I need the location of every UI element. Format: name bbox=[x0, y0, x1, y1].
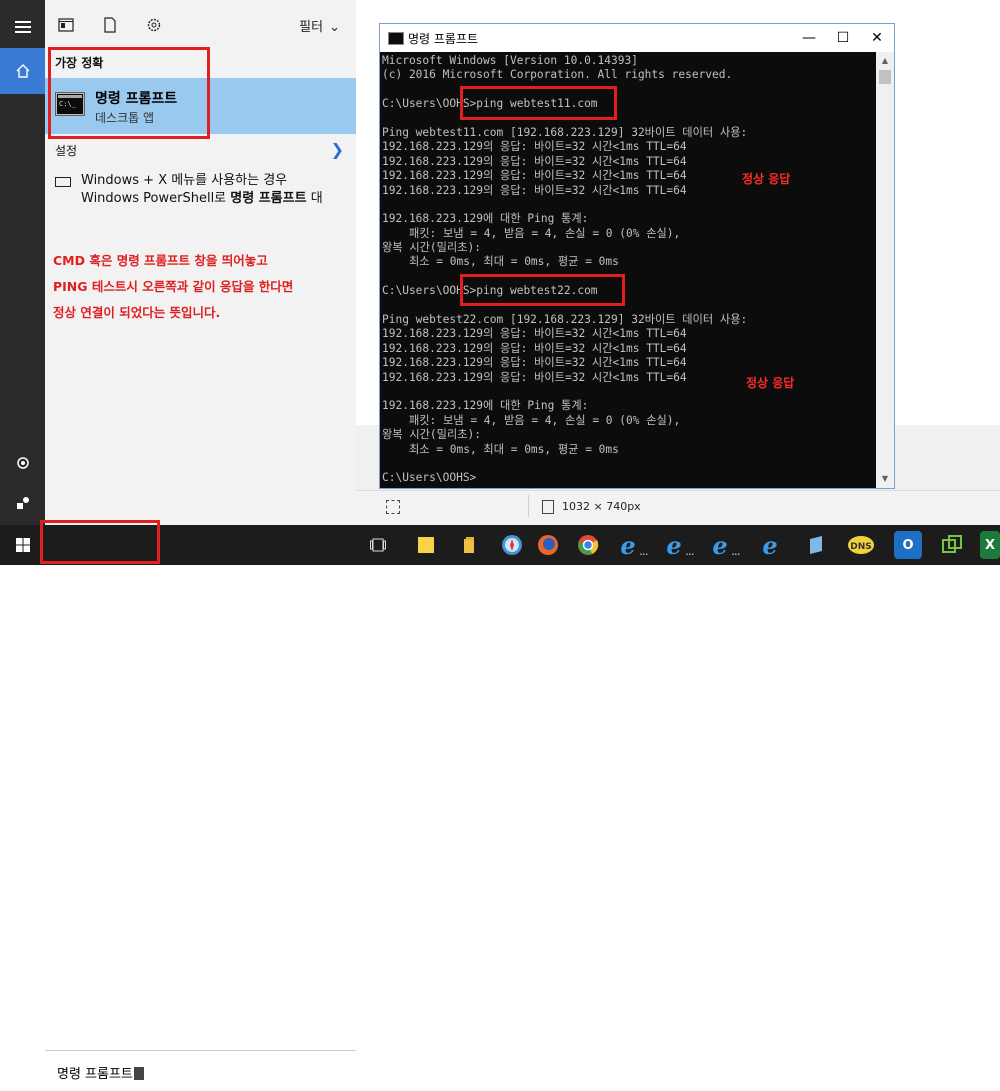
scroll-down-icon[interactable]: ▼ bbox=[876, 472, 894, 486]
file-explorer-icon[interactable] bbox=[456, 531, 484, 559]
command-prompt-window[interactable]: 명령 프롬프트 — ☐ ✕ Microsoft Windows [Version… bbox=[379, 23, 895, 489]
excel-icon[interactable]: X bbox=[980, 531, 1000, 559]
window-title: 명령 프롬프트 bbox=[408, 32, 479, 46]
annotation-note: CMD 혹은 명령 프롬프트 창을 띄어놓고 PING 테스트시 오른쪽과 같이… bbox=[53, 248, 293, 326]
cmd-icon bbox=[388, 32, 404, 45]
setting-line-2: Windows PowerShell로 명령 프롬프트 대 bbox=[81, 190, 351, 208]
search-input[interactable]: 명령 프롬프트 bbox=[57, 1063, 144, 1082]
home-icon[interactable] bbox=[0, 48, 45, 94]
console-line: 최소 = 0ms, 최대 = 0ms, 평균 = 0ms bbox=[382, 442, 619, 456]
console-scrollbar[interactable]: ▲ ▼ bbox=[876, 52, 894, 488]
filter-label: 필터 bbox=[299, 20, 324, 35]
note-line: PING 테스트시 오른쪽과 같이 응답을 한다면 bbox=[53, 279, 294, 294]
safari-icon[interactable] bbox=[498, 531, 526, 559]
text-caret bbox=[133, 1067, 144, 1080]
vmware-icon[interactable] bbox=[938, 531, 966, 559]
console-line: 192.168.223.129의 응답: 바이트=32 시간<1ms TTL=6… bbox=[382, 169, 687, 183]
status-separator bbox=[528, 495, 529, 517]
sticky-notes-icon[interactable] bbox=[412, 531, 440, 559]
ie-icon[interactable]: e bbox=[706, 531, 740, 560]
console-line: Ping webtest11.com [192.168.223.129] 32바… bbox=[382, 125, 748, 139]
ie-icon[interactable]: e bbox=[660, 531, 694, 560]
windows-start-icon[interactable] bbox=[0, 525, 45, 565]
setting-line-2-bold: 명령 프롬프트 bbox=[230, 191, 307, 206]
task-view-icon[interactable] bbox=[364, 531, 392, 559]
apps-icon[interactable] bbox=[57, 16, 75, 34]
setting-result-text: Windows + X 메뉴를 사용하는 경우 Windows PowerShe… bbox=[81, 172, 351, 208]
console-output[interactable]: Microsoft Windows [Version 10.0.14393] (c… bbox=[380, 52, 876, 488]
console-line: 192.168.223.129의 응답: 바이트=32 시간<1ms TTL=6… bbox=[382, 327, 687, 341]
documents-icon[interactable] bbox=[101, 16, 119, 34]
maximize-button[interactable]: ☐ bbox=[826, 24, 860, 52]
firefox-icon[interactable] bbox=[534, 531, 562, 559]
console-line: Microsoft Windows [Version 10.0.14393] bbox=[382, 54, 638, 67]
chrome-icon[interactable] bbox=[574, 531, 602, 559]
console-line: 최소 = 0ms, 최대 = 0ms, 평균 = 0ms bbox=[382, 255, 619, 269]
console-line: C:\Users\OOHS> bbox=[382, 471, 477, 485]
panel-toolbar: 필터 ⌄ bbox=[45, 0, 356, 50]
web-settings-icon[interactable] bbox=[145, 16, 163, 34]
ie-icon[interactable]: e bbox=[614, 531, 648, 560]
filter-dropdown[interactable]: 필터 ⌄ bbox=[299, 16, 340, 35]
console-line: 192.168.223.129의 응답: 바이트=32 시간<1ms TTL=6… bbox=[382, 370, 687, 384]
console-line: Ping webtest22.com [192.168.223.129] 32바… bbox=[382, 313, 748, 327]
excel-label: X bbox=[984, 537, 996, 553]
close-button[interactable]: ✕ bbox=[860, 24, 894, 52]
settings-heading: 설정 bbox=[55, 144, 78, 158]
console-line: 패킷: 보냄 = 4, 받음 = 4, 손실 = 0 (0% 손실), bbox=[382, 226, 681, 240]
minimize-button[interactable]: — bbox=[792, 24, 826, 52]
notepad-icon[interactable] bbox=[802, 531, 830, 559]
scroll-up-icon[interactable]: ▲ bbox=[876, 54, 894, 68]
console-line: (c) 2016 Microsoft Corporation. All righ… bbox=[382, 68, 733, 82]
hamburger-menu-icon[interactable] bbox=[0, 4, 45, 50]
console-line: 192.168.223.129에 대한 Ping 통계: bbox=[382, 212, 589, 226]
console-line: 왕복 시간(밀리초): bbox=[382, 241, 481, 255]
best-match-highlight-box bbox=[48, 47, 210, 139]
console-line: 192.168.223.129에 대한 Ping 통계: bbox=[382, 399, 589, 413]
image-dimensions: 1032 × 740px bbox=[562, 500, 641, 513]
console-line: 192.168.223.129의 응답: 바이트=32 시간<1ms TTL=6… bbox=[382, 356, 687, 370]
ping-command-highlight-box bbox=[460, 274, 625, 306]
setting-line-2-suffix: 대 bbox=[306, 191, 323, 206]
dns-icon[interactable]: DNS bbox=[846, 531, 876, 559]
console-line: 192.168.223.129의 응답: 바이트=32 시간<1ms TTL=6… bbox=[382, 341, 687, 355]
feedback-icon[interactable] bbox=[0, 480, 45, 526]
setting-line-2-prefix: Windows PowerShell로 bbox=[81, 191, 231, 206]
window-titlebar[interactable]: 명령 프롬프트 — ☐ ✕ bbox=[380, 24, 894, 52]
ie-icon[interactable]: e bbox=[756, 531, 784, 560]
search-highlight-box bbox=[40, 520, 160, 564]
console-line: 192.168.223.129의 응답: 바이트=32 시간<1ms TTL=6… bbox=[382, 140, 687, 154]
keyboard-icon bbox=[55, 177, 71, 187]
note-line: 정상 연결이 되었다는 뜻입니다. bbox=[53, 305, 221, 320]
image-size-icon bbox=[542, 500, 554, 514]
dns-label: DNS bbox=[850, 542, 872, 552]
normal-response-tag: 정상 응답 bbox=[746, 376, 795, 390]
outlook-label: O bbox=[902, 537, 914, 553]
outlook-icon[interactable]: O bbox=[894, 531, 922, 559]
chevron-right-icon[interactable]: ❯ bbox=[331, 140, 344, 159]
selection-icon bbox=[386, 500, 400, 514]
console-line: 왕복 시간(밀리초): bbox=[382, 428, 481, 442]
console-line: 패킷: 보냄 = 4, 받음 = 4, 손실 = 0 (0% 손실), bbox=[382, 413, 681, 427]
note-line: CMD 혹은 명령 프롬프트 창을 띄어놓고 bbox=[53, 253, 268, 268]
taskbar-search-box[interactable]: 명령 프롬프트 bbox=[45, 1050, 356, 1091]
start-rail bbox=[0, 0, 45, 525]
viewer-status-bar: 1032 × 740px bbox=[356, 490, 1000, 526]
search-input-value: 명령 프롬프트 bbox=[57, 1067, 133, 1082]
console-line: 192.168.223.129의 응답: 바이트=32 시간<1ms TTL=6… bbox=[382, 154, 687, 168]
normal-response-tag: 정상 응답 bbox=[742, 172, 791, 186]
console-line: 192.168.223.129의 응답: 바이트=32 시간<1ms TTL=6… bbox=[382, 183, 687, 197]
chevron-down-icon: ⌄ bbox=[329, 20, 340, 35]
setting-line-1: Windows + X 메뉴를 사용하는 경우 bbox=[81, 173, 288, 188]
scrollbar-thumb[interactable] bbox=[879, 70, 891, 84]
ping-command-highlight-box bbox=[460, 86, 617, 120]
